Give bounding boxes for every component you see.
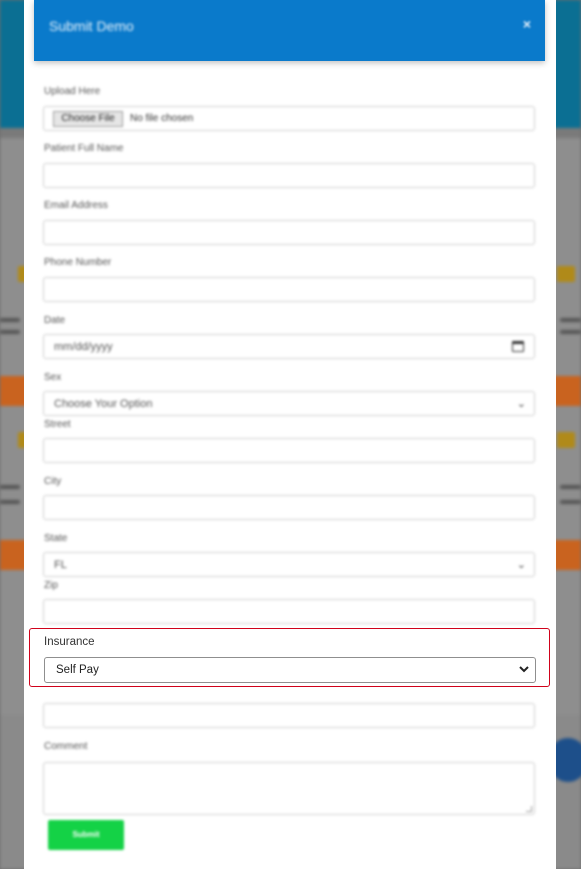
close-icon[interactable]: × <box>523 16 531 32</box>
file-status: No file chosen <box>130 113 194 124</box>
patient-name-input[interactable] <box>43 163 535 188</box>
choose-file-button[interactable]: Choose File <box>53 111 123 127</box>
demo-form: Upload Here Choose File No file chosen P… <box>0 0 581 869</box>
resize-handle[interactable] <box>526 806 532 812</box>
modal-title: Submit Demo <box>49 18 134 34</box>
file-upload-field[interactable]: Choose File No file chosen <box>43 106 535 131</box>
extra-input[interactable] <box>43 703 535 728</box>
date-placeholder: mm/dd/yyyy <box>54 341 113 353</box>
sex-label: Sex <box>44 372 62 383</box>
date-label: Date <box>44 315 66 326</box>
chevron-down-icon: ⌄ <box>516 398 526 410</box>
city-input[interactable] <box>43 495 535 520</box>
insurance-section: Insurance Self Pay <box>29 628 550 687</box>
phone-input[interactable] <box>43 277 535 302</box>
comment-label: Comment <box>44 741 88 752</box>
sex-select[interactable]: Choose Your Option ⌄ <box>43 391 535 416</box>
insurance-label: Insurance <box>44 636 95 648</box>
state-select[interactable]: FL ⌄ <box>43 552 535 577</box>
state-selected-value: FL <box>54 559 67 571</box>
sex-selected-value: Choose Your Option <box>54 398 153 410</box>
upload-label: Upload Here <box>44 86 101 97</box>
comment-textarea[interactable] <box>43 762 535 815</box>
phone-label: Phone Number <box>44 257 112 268</box>
city-label: City <box>44 476 62 487</box>
chevron-down-icon <box>519 666 529 673</box>
state-label: State <box>44 533 68 544</box>
submit-button[interactable]: Submit <box>48 820 124 850</box>
street-label: Street <box>44 419 71 430</box>
modal-header: Submit Demo × <box>34 0 545 61</box>
email-input[interactable] <box>43 220 535 245</box>
patient-name-label: Patient Full Name <box>44 143 124 154</box>
email-label: Email Address <box>44 200 108 211</box>
date-input[interactable]: mm/dd/yyyy <box>43 334 535 359</box>
insurance-select[interactable]: Self Pay <box>44 657 536 683</box>
zip-input[interactable] <box>43 599 535 624</box>
insurance-selected-value: Self Pay <box>56 664 99 676</box>
chevron-down-icon: ⌄ <box>516 559 526 571</box>
zip-label: Zip <box>44 580 58 591</box>
street-input[interactable] <box>43 438 535 463</box>
calendar-icon[interactable] <box>512 341 524 352</box>
